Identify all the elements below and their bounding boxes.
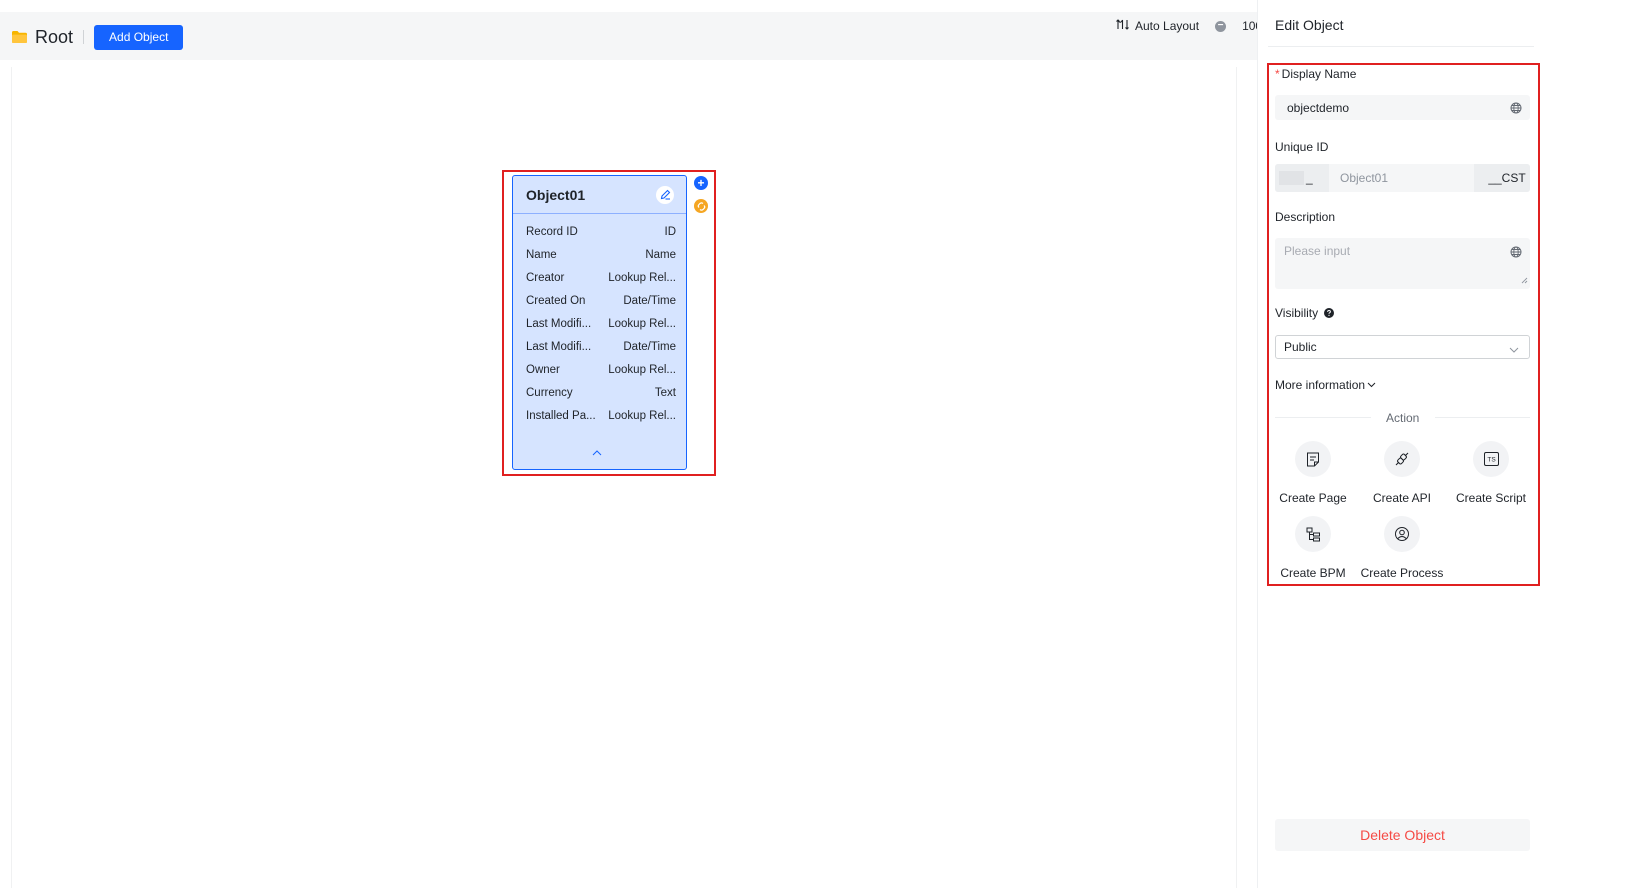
chevron-down-icon — [1509, 342, 1519, 356]
divider — [1435, 417, 1530, 418]
field-row[interactable]: Owner Lookup Rel... — [513, 358, 686, 381]
resize-handle-icon[interactable] — [1521, 273, 1528, 287]
field-name: Installed Pa... — [526, 409, 596, 422]
field-name: Creator — [526, 271, 565, 284]
field-name: Name — [526, 248, 557, 261]
field-type: Text — [654, 386, 676, 399]
create-process-button[interactable]: Create Process — [1357, 516, 1447, 580]
unique-id-suffix: __CST — [1474, 164, 1530, 192]
create-bpm-button[interactable]: Create BPM — [1268, 516, 1358, 580]
create-api-label: Create API — [1372, 491, 1432, 505]
auto-layout-label: Auto Layout — [1135, 19, 1200, 33]
field-type: Date/Time — [623, 294, 676, 307]
auto-layout-button[interactable]: Auto Layout — [1116, 18, 1199, 34]
visibility-label-text: Visibility — [1275, 306, 1319, 320]
field-type: Lookup Rel... — [608, 363, 676, 376]
globe-icon[interactable] — [1510, 102, 1522, 114]
more-information-toggle[interactable]: More information — [1275, 378, 1376, 392]
relation-link-icon[interactable] — [694, 199, 708, 213]
divider — [1275, 417, 1371, 418]
field-name: Owner — [526, 363, 560, 376]
display-name-label-text: Display Name — [1281, 67, 1357, 81]
create-process-label: Create Process — [1360, 566, 1444, 580]
field-row[interactable]: Name Name — [513, 243, 686, 266]
more-information-label: More information — [1275, 378, 1366, 392]
script-icon-text: TS — [1487, 457, 1496, 464]
field-name: Last Modifi... — [526, 317, 592, 330]
edit-object-panel: Edit Object * Display Name objectdemo Uni… — [1257, 0, 1632, 888]
create-page-label: Create Page — [1279, 491, 1347, 505]
bpm-icon — [1295, 516, 1331, 552]
field-type: Lookup Rel... — [608, 271, 676, 284]
field-list: Record ID ID Name Name Creator Lookup Rel..… — [513, 214, 686, 427]
help-icon[interactable] — [1324, 308, 1335, 318]
chevron-down-icon — [1367, 382, 1376, 388]
divider — [83, 30, 85, 44]
unique-id-label: Unique ID — [1275, 140, 1329, 154]
auto-layout-icon — [1116, 18, 1129, 34]
field-type: Lookup Rel... — [608, 317, 676, 330]
folder-icon — [12, 31, 27, 43]
object-card-title: Object01 — [526, 186, 586, 203]
field-row[interactable]: Record ID ID — [513, 220, 686, 243]
page-icon — [1295, 441, 1331, 477]
field-name: Record ID — [526, 225, 578, 238]
field-row[interactable]: Last Modifi... Date/Time — [513, 335, 686, 358]
field-name: Last Modifi... — [526, 340, 592, 353]
unique-id-prefix-text: _ — [1306, 171, 1313, 185]
process-icon — [1384, 516, 1420, 552]
field-name: Created On — [526, 294, 586, 307]
field-row[interactable]: Creator Lookup Rel... — [513, 266, 686, 289]
zoom-out-icon[interactable]: − — [1215, 20, 1227, 32]
field-row[interactable]: Currency Text — [513, 381, 686, 404]
field-row[interactable]: Last Modifi... Lookup Rel... — [513, 312, 686, 335]
edit-icon[interactable] — [656, 185, 674, 204]
api-icon — [1384, 441, 1420, 477]
panel-title: Edit Object — [1275, 17, 1344, 33]
visibility-label: Visibility — [1275, 306, 1335, 320]
add-object-button[interactable]: Add Object — [94, 24, 184, 50]
create-page-button[interactable]: Create Page — [1268, 441, 1358, 505]
description-field[interactable]: Please input — [1275, 238, 1530, 289]
unique-id-prefix: _ — [1275, 164, 1329, 192]
visibility-select[interactable]: Public — [1275, 335, 1530, 359]
field-type: Date/Time — [623, 340, 676, 353]
create-bpm-label: Create BPM — [1280, 566, 1346, 580]
required-mark: * — [1275, 67, 1280, 81]
display-name-value: objectdemo — [1287, 100, 1350, 115]
object-card-header: Object01 — [513, 176, 686, 214]
field-row[interactable]: Created On Date/Time — [513, 289, 686, 312]
unique-id-field[interactable]: _ Object01 __CST — [1275, 164, 1530, 192]
masked-namespace — [1279, 171, 1304, 185]
delete-object-button[interactable]: Delete Object — [1275, 819, 1530, 851]
action-section-label: Action — [1386, 411, 1420, 425]
unique-id-value: Object01 — [1340, 171, 1389, 185]
field-row[interactable]: Installed Pa... Lookup Rel... — [513, 404, 686, 427]
field-name: Currency — [526, 386, 573, 399]
field-type: Name — [645, 248, 676, 261]
display-name-label: * Display Name — [1275, 67, 1356, 81]
create-script-button[interactable]: TS Create Script — [1446, 441, 1536, 505]
field-type: Lookup Rel... — [608, 409, 676, 422]
script-icon: TS — [1473, 441, 1509, 477]
field-type: ID — [664, 225, 677, 238]
root-label[interactable]: Root — [35, 27, 73, 48]
add-field-icon[interactable]: + — [694, 176, 708, 190]
workspace: Root Add Object Auto Layout − 100% + Obj… — [0, 0, 1320, 888]
description-label: Description — [1275, 210, 1336, 224]
breadcrumb: Root Add Object — [12, 24, 184, 50]
collapse-icon[interactable] — [592, 448, 602, 459]
create-api-button[interactable]: Create API — [1357, 441, 1447, 505]
description-placeholder: Please input — [1284, 244, 1351, 258]
create-script-label: Create Script — [1455, 491, 1527, 505]
globe-icon[interactable] — [1510, 246, 1522, 258]
visibility-value: Public — [1284, 340, 1317, 354]
object-card[interactable]: Object01 Record ID ID Name Name Creator Loo… — [512, 175, 687, 470]
divider — [1268, 46, 1534, 47]
display-name-field[interactable]: objectdemo — [1275, 95, 1530, 120]
